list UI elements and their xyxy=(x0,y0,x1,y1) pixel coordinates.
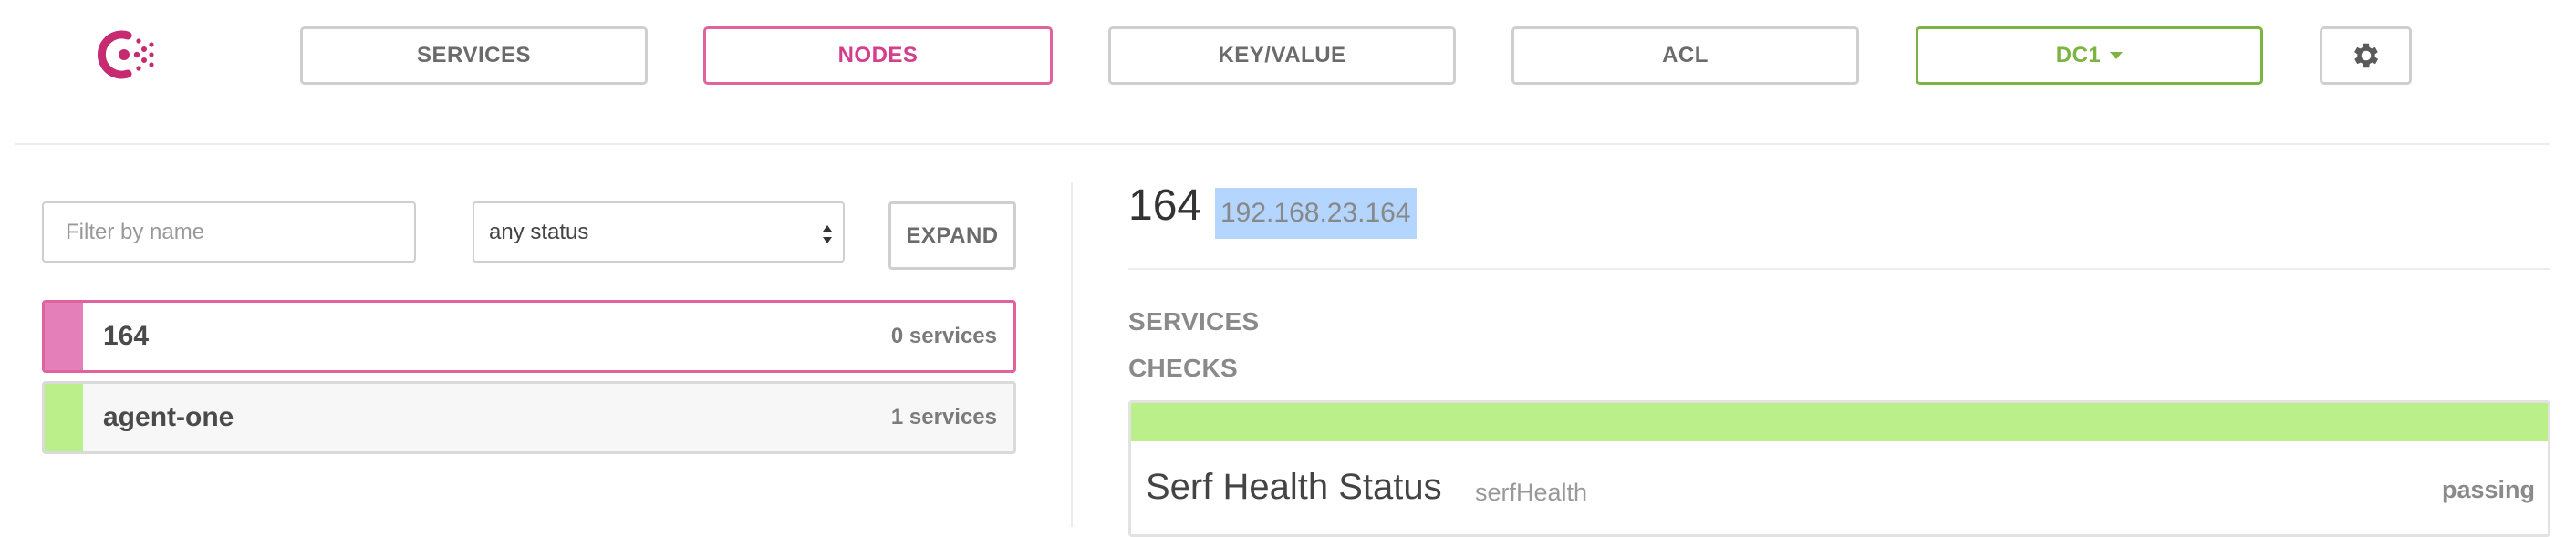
node-name: 164 xyxy=(103,321,150,351)
check-id: serfHealth xyxy=(1475,479,1588,506)
select-arrows-icon xyxy=(823,225,832,243)
nav-acl-label: ACL xyxy=(1662,43,1709,67)
expand-button-label: EXPAND xyxy=(906,222,999,248)
nav-nodes-label: NODES xyxy=(837,43,919,67)
filter-by-name-input[interactable] xyxy=(42,201,416,263)
nav-acl[interactable]: ACL xyxy=(1511,26,1859,85)
checks-heading: CHECKS xyxy=(1128,354,1239,382)
node-status-bar xyxy=(45,384,83,451)
header-divider xyxy=(15,143,2550,145)
column-divider xyxy=(1071,182,1073,527)
consul-logo[interactable] xyxy=(97,27,157,82)
caret-down-icon xyxy=(2110,52,2124,59)
node-detail-title: 164 xyxy=(1128,181,1202,230)
nav-key-value-label: KEY/VALUE xyxy=(1218,43,1346,67)
check-status: passing xyxy=(2441,476,2535,503)
datacenter-label: DC1 xyxy=(2055,43,2102,67)
node-list-item[interactable]: 164 0 services xyxy=(42,300,1016,373)
nav-key-value[interactable]: KEY/VALUE xyxy=(1108,26,1456,85)
node-address: 192.168.23.164 xyxy=(1215,188,1417,239)
node-list-item[interactable]: agent-one 1 services xyxy=(42,381,1016,454)
detail-divider xyxy=(1128,268,2550,270)
health-check-panel[interactable]: Serf Health Status serfHealth passing xyxy=(1128,400,2550,537)
settings-button[interactable] xyxy=(2320,26,2412,85)
nav-services[interactable]: SERVICES xyxy=(300,26,648,85)
node-service-count: 1 services xyxy=(890,405,997,429)
status-select-value: any status xyxy=(489,219,589,244)
node-status-bar xyxy=(45,303,83,370)
nav-services-label: SERVICES xyxy=(417,43,531,67)
node-name: agent-one xyxy=(103,402,234,432)
gear-icon xyxy=(2353,43,2378,68)
nav-nodes[interactable]: NODES xyxy=(703,26,1053,85)
services-heading: SERVICES xyxy=(1128,307,1260,336)
datacenter-dropdown[interactable]: DC1 xyxy=(1916,26,2263,85)
check-name: Serf Health Status xyxy=(1146,467,1442,507)
expand-button[interactable]: EXPAND xyxy=(888,201,1016,270)
status-select[interactable]: any status xyxy=(473,201,845,263)
node-service-count: 0 services xyxy=(890,324,997,348)
check-status-bar xyxy=(1131,403,2548,441)
